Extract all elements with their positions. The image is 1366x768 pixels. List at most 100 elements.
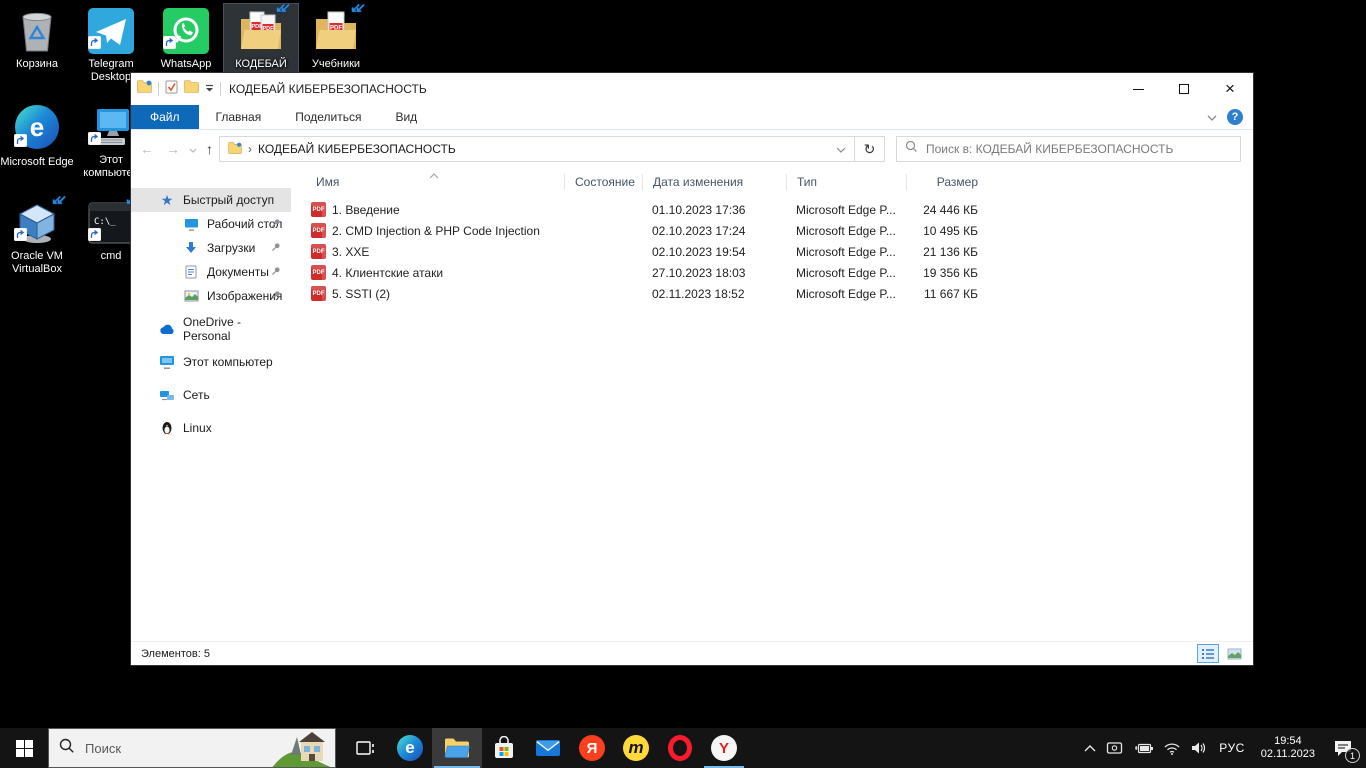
tab-view[interactable]: Вид	[378, 105, 434, 129]
shortcut-badge-icon	[88, 228, 101, 246]
desktop-icon-uchebniki[interactable]: PDF ↙↙ Учебники	[299, 4, 373, 74]
sidebar-item-label: Быстрый доступ	[183, 193, 274, 207]
taskbar-search[interactable]	[48, 728, 336, 768]
expand-ribbon-icon[interactable]	[1207, 108, 1217, 126]
file-row[interactable]: PDF3. XXE 02.10.2023 19:54 Microsoft Edg…	[291, 241, 1253, 262]
desktop-icon	[183, 216, 199, 232]
sync-badge-icon: ↙↙	[275, 3, 291, 13]
desktop-icon-label: Учебники	[299, 58, 373, 71]
sidebar-item-pictures[interactable]: Изображения	[131, 284, 291, 308]
sidebar-item-label: Этот компьютер	[183, 355, 273, 369]
refresh-button[interactable]: ↻	[855, 136, 885, 162]
new-folder-icon[interactable]	[137, 80, 152, 98]
desktop-icon-edge[interactable]: e Microsoft Edge	[0, 100, 74, 172]
sidebar-item-onedrive[interactable]: OneDrive - Personal	[131, 317, 291, 341]
desktop-icon-whatsapp[interactable]: WhatsApp	[149, 4, 223, 74]
shortcut-badge-icon	[88, 132, 101, 150]
file-row[interactable]: PDF1. Введение 01.10.2023 17:36 Microsof…	[291, 199, 1253, 220]
desktop-icon-recycle-bin[interactable]: Корзина	[0, 4, 74, 74]
file-size: 19 356 КБ	[906, 266, 990, 280]
search-icon	[905, 140, 918, 158]
tab-home[interactable]: Главная	[199, 105, 279, 129]
taskbar-search-input[interactable]	[85, 741, 225, 756]
pdf-file-icon: PDF	[311, 286, 326, 301]
sidebar-item-network[interactable]: Сеть	[131, 383, 291, 407]
close-button[interactable]: ×	[1207, 73, 1253, 105]
network-icon	[159, 387, 175, 403]
onedrive-icon	[159, 321, 175, 337]
taskbar-amigo-icon[interactable]: m	[614, 728, 658, 768]
tray-display-icon[interactable]	[1106, 741, 1124, 756]
sidebar-item-label: Сеть	[183, 388, 210, 402]
file-row[interactable]: PDF5. SSTI (2) 02.11.2023 18:52 Microsof…	[291, 283, 1253, 304]
search-highlight-image[interactable]	[271, 729, 335, 768]
taskbar-explorer-icon[interactable]	[432, 728, 482, 768]
tab-share[interactable]: Поделиться	[278, 105, 378, 129]
taskbar-yandex-browser-icon[interactable]: Y	[702, 728, 746, 768]
breadcrumb[interactable]: КОДЕБАЙ КИБЕРБЕЗОПАСНОСТЬ	[258, 142, 456, 156]
taskbar-mail-icon[interactable]	[526, 728, 570, 768]
shortcut-badge-icon	[88, 36, 101, 54]
maximize-button[interactable]	[1161, 73, 1207, 105]
taskbar-store-icon[interactable]	[482, 728, 526, 768]
column-header-status[interactable]: Состояние	[564, 174, 642, 190]
language-indicator[interactable]: РУС	[1216, 741, 1248, 755]
shortcut-badge-icon	[14, 134, 27, 152]
downloads-icon	[183, 240, 199, 256]
desktop-icon-virtualbox[interactable]: ↙↙ Oracle VM VirtualBox	[0, 196, 74, 279]
file-type: Microsoft Edge P...	[786, 266, 906, 280]
tray-volume-icon[interactable]	[1190, 741, 1207, 755]
forward-icon[interactable]: →	[161, 139, 185, 159]
task-view-button[interactable]	[344, 728, 388, 768]
computer-icon	[87, 103, 135, 151]
help-icon[interactable]: ?	[1227, 109, 1243, 125]
taskbar-opera-icon[interactable]	[658, 728, 702, 768]
taskbar-edge-icon[interactable]: e	[388, 728, 432, 768]
column-header-type[interactable]: Тип	[786, 174, 906, 190]
sidebar-item-documents[interactable]: Документы	[131, 260, 291, 284]
file-row[interactable]: PDF2. CMD Injection & PHP Code Injection…	[291, 220, 1253, 241]
properties-icon[interactable]	[165, 80, 178, 99]
address-dropdown-icon[interactable]	[828, 140, 854, 158]
file-type: Microsoft Edge P...	[786, 224, 906, 238]
tab-file[interactable]: Файл	[131, 105, 199, 129]
start-button[interactable]	[0, 728, 48, 768]
linux-penguin-icon	[159, 420, 175, 436]
folder-icon[interactable]	[184, 80, 199, 98]
sidebar-item-linux[interactable]: Linux	[131, 416, 291, 440]
sidebar-item-downloads[interactable]: Загрузки	[131, 236, 291, 260]
explorer-search[interactable]	[896, 136, 1241, 162]
minimize-button[interactable]	[1115, 73, 1161, 105]
column-header-size[interactable]: Размер	[906, 174, 990, 190]
svg-text:C:\_: C:\_	[94, 217, 116, 227]
sync-badge-icon: ↙↙	[350, 3, 366, 13]
search-input[interactable]	[926, 142, 1232, 156]
sync-badge-icon: ↙↙	[51, 195, 67, 205]
recent-locations-icon[interactable]	[187, 140, 199, 158]
address-field[interactable]: › КОДЕБАЙ КИБЕРБЕЗОПАСНОСТЬ	[219, 136, 855, 162]
desktop-icon-kodebay[interactable]: PDF PDF ↙↙ КОДЕБАЙ	[224, 4, 298, 74]
tray-clock[interactable]: 19:54 02.11.2023	[1257, 735, 1319, 761]
pdf-file-icon: PDF	[311, 244, 326, 259]
tray-chevron-up-icon[interactable]	[1083, 744, 1097, 753]
tray-time: 19:54	[1261, 735, 1315, 748]
column-header-name[interactable]: Имя	[291, 174, 564, 190]
sidebar-item-this-pc[interactable]: Этот компьютер	[131, 350, 291, 374]
tray-battery-icon[interactable]	[1133, 742, 1154, 755]
up-icon[interactable]: ↑	[201, 139, 218, 159]
tray-wifi-icon[interactable]	[1163, 742, 1181, 755]
back-icon[interactable]: ←	[135, 139, 159, 159]
sidebar-item-label: OneDrive - Personal	[183, 315, 291, 343]
thumbnails-view-button[interactable]	[1223, 644, 1245, 663]
customize-toolbar-icon[interactable]	[205, 80, 214, 98]
taskbar-yandex-icon[interactable]: Я	[570, 728, 614, 768]
sidebar-item-quick-access[interactable]: ★ Быстрый доступ	[131, 188, 291, 212]
details-view-button[interactable]	[1197, 644, 1219, 663]
ribbon-tabs: Файл Главная Поделиться Вид ?	[131, 105, 1253, 130]
sidebar-item-desktop[interactable]: Рабочий стол	[131, 212, 291, 236]
file-row[interactable]: PDF4. Клиентские атаки 27.10.2023 18:03 …	[291, 262, 1253, 283]
file-modified: 01.10.2023 17:36	[642, 203, 786, 217]
telegram-icon	[87, 7, 135, 55]
action-center-icon[interactable]: 1	[1328, 733, 1358, 763]
column-header-modified[interactable]: Дата изменения	[642, 174, 786, 190]
